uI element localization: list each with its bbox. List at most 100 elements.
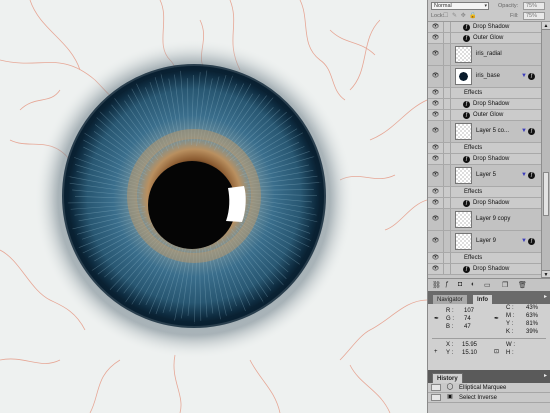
history-item[interactable]: ▣ Select Inverse (428, 393, 550, 403)
visibility-eye-icon[interactable]: 👁 (431, 73, 440, 80)
visibility-eye-icon[interactable]: 👁 (431, 51, 440, 58)
layer-thumbnail[interactable] (455, 167, 472, 184)
effects-group-row[interactable]: 👁 Effects (428, 143, 542, 154)
layer-effects-indicator[interactable]: ▼ ƒ (521, 128, 535, 135)
visibility-eye-icon[interactable]: 👁 (431, 101, 440, 108)
layer-mask-icon[interactable]: ◘ (458, 281, 462, 288)
adjustment-layer-icon[interactable]: ◐ (471, 281, 475, 288)
layer-link-slot[interactable] (443, 44, 451, 65)
layer-row-label: iris_base (476, 73, 501, 79)
layer-thumbnail[interactable] (455, 68, 472, 85)
visibility-eye-icon[interactable]: 👁 (431, 128, 440, 135)
effect-icon: ƒ (463, 200, 470, 207)
layer-row[interactable]: 👁 ▼ ƒ Layer 9 (428, 231, 542, 253)
visibility-eye-icon[interactable]: 👁 (431, 255, 440, 262)
effect-row[interactable]: 👁 ƒ Drop Shadow (428, 22, 542, 33)
visibility-eye-icon[interactable]: 👁 (431, 172, 440, 179)
visibility-eye-icon[interactable]: 👁 (431, 216, 440, 223)
layer-link-slot[interactable] (443, 264, 451, 274)
layer-link-slot[interactable] (443, 22, 451, 32)
layer-thumbnail[interactable] (455, 233, 472, 250)
layer-row[interactable]: 👁 ▼ ƒ Layer 5 co... (428, 121, 542, 143)
expand-triangle-icon[interactable]: ▼ (521, 172, 527, 178)
layer-link-slot[interactable] (443, 121, 451, 142)
layer-link-slot[interactable] (443, 165, 451, 186)
layer-link-slot[interactable] (443, 33, 451, 43)
scroll-thumb[interactable] (543, 172, 549, 216)
layer-row-label: Layer 5 (476, 172, 497, 178)
effect-row[interactable]: 👁 ƒ Drop Shadow (428, 264, 542, 275)
visibility-eye-icon[interactable]: 👁 (431, 156, 440, 163)
photoshop-workspace: Normal ▾ Opacity: 75% Lock: ☐ ✎ ✥ 🔒 Fill… (0, 0, 550, 413)
layer-thumbnail[interactable] (455, 211, 472, 228)
blend-mode-select[interactable]: Normal ▾ (431, 2, 489, 10)
layer-link-slot[interactable] (443, 88, 451, 98)
layer-thumbnail[interactable] (455, 123, 472, 140)
scroll-up-icon[interactable]: ▲ (542, 22, 550, 30)
document-canvas[interactable] (0, 0, 427, 413)
opacity-field[interactable]: 75% (523, 2, 545, 10)
layer-link-slot[interactable] (443, 209, 451, 230)
delete-layer-icon[interactable]: 🗑 (518, 281, 527, 289)
effect-row[interactable]: 👁 ƒ Drop Shadow (428, 99, 542, 110)
layer-link-slot[interactable] (443, 198, 451, 208)
layer-effects-indicator[interactable]: ▼ ƒ (521, 238, 535, 245)
visibility-eye-icon[interactable]: 👁 (431, 35, 440, 42)
expand-triangle-icon[interactable]: ▼ (521, 238, 527, 244)
g-value: 74 (464, 316, 471, 322)
layer-row-label: Effects (464, 90, 483, 96)
visibility-eye-icon[interactable]: 👁 (431, 238, 440, 245)
effect-row[interactable]: 👁 ƒ Outer Glow (428, 33, 542, 44)
r-label: R : (446, 308, 454, 314)
layer-thumbnail[interactable] (455, 46, 472, 63)
effects-group-row[interactable]: 👁 Effects (428, 187, 542, 198)
scroll-down-icon[interactable]: ▼ (542, 270, 550, 278)
x-value: 15.95 (462, 342, 478, 348)
tab-navigator[interactable]: Navigator (432, 294, 468, 304)
layer-row[interactable]: 👁 ▼ ƒ iris_base (428, 66, 542, 88)
lock-icons[interactable]: ☐ ✎ ✥ 🔒 (443, 12, 478, 19)
panel-menu-icon[interactable]: ▸ (544, 372, 547, 379)
layer-row[interactable]: 👁 Layer 9 copy (428, 209, 542, 231)
visibility-eye-icon[interactable]: 👁 (431, 266, 440, 273)
visibility-eye-icon[interactable]: 👁 (431, 189, 440, 196)
layer-effects-indicator[interactable]: ▼ ƒ (521, 73, 535, 80)
effect-row[interactable]: 👁 ƒ Drop Shadow (428, 154, 542, 165)
effect-icon: ƒ (463, 101, 470, 108)
panel-menu-icon[interactable]: ▸ (544, 293, 547, 300)
layer-effects-indicator[interactable]: ▼ ƒ (521, 172, 535, 179)
visibility-eye-icon[interactable]: 👁 (431, 200, 440, 207)
effect-icon: ƒ (463, 156, 470, 163)
tab-history[interactable]: History (432, 373, 463, 383)
layer-link-slot[interactable] (443, 154, 451, 164)
effect-row[interactable]: 👁 ƒ Drop Shadow (428, 198, 542, 209)
visibility-eye-icon[interactable]: 👁 (431, 24, 440, 31)
visibility-eye-icon[interactable]: 👁 (431, 145, 440, 152)
layer-row-label: Layer 5 co... (476, 128, 510, 134)
layer-link-slot[interactable] (443, 99, 451, 109)
layers-scrollbar[interactable]: ▲ ▼ (541, 22, 550, 278)
layer-style-icon[interactable]: ƒ (445, 281, 449, 288)
expand-triangle-icon[interactable]: ▼ (521, 73, 527, 79)
history-tabbar: History ▸ (428, 370, 550, 383)
layer-row[interactable]: 👁 iris_radial (428, 44, 542, 66)
effect-row[interactable]: 👁 ƒ Outer Glow (428, 110, 542, 121)
visibility-eye-icon[interactable]: 👁 (431, 90, 440, 97)
layer-link-slot[interactable] (443, 143, 451, 153)
layer-link-slot[interactable] (443, 187, 451, 197)
new-layer-icon[interactable]: ❐ (502, 281, 508, 289)
history-item[interactable]: ◯ Elliptical Marquee (428, 383, 550, 393)
layer-link-slot[interactable] (443, 66, 451, 87)
effects-group-row[interactable]: 👁 Effects (428, 88, 542, 99)
layer-link-slot[interactable] (443, 253, 451, 263)
visibility-eye-icon[interactable]: 👁 (431, 112, 440, 119)
layer-link-slot[interactable] (443, 110, 451, 120)
tab-info[interactable]: Info (472, 294, 493, 304)
layer-link-slot[interactable] (443, 231, 451, 252)
effects-group-row[interactable]: 👁 Effects (428, 253, 542, 264)
layer-row[interactable]: 👁 ▼ ƒ Layer 5 (428, 165, 542, 187)
new-group-icon[interactable]: ▭ (484, 281, 491, 289)
fill-field[interactable]: 75% (523, 12, 545, 20)
expand-triangle-icon[interactable]: ▼ (521, 128, 527, 134)
link-layers-icon[interactable]: ⛓ (432, 281, 441, 289)
